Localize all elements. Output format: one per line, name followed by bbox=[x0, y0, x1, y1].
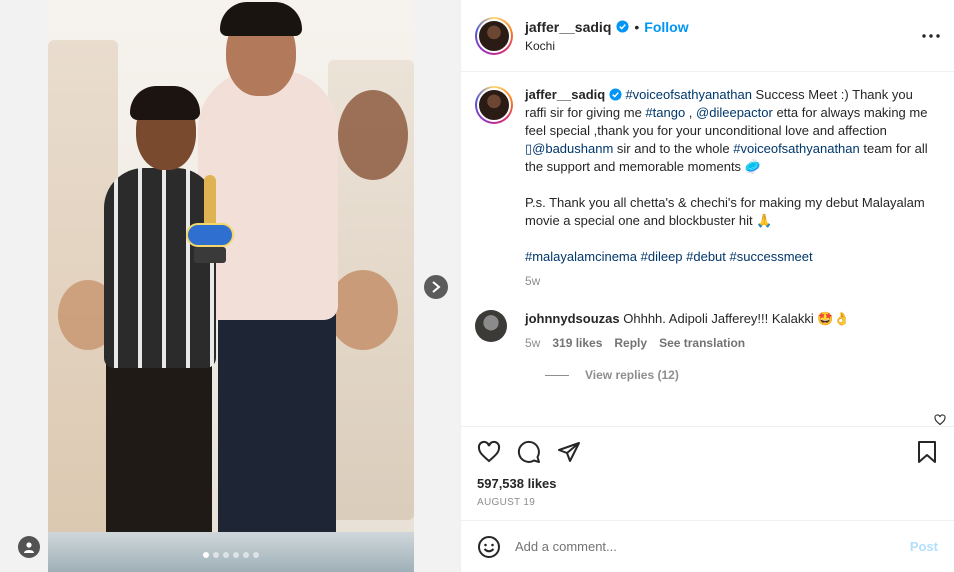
post-container: jaffer__sadiq • Follow Kochi jaffer__sad… bbox=[0, 0, 954, 572]
next-slide-button[interactable] bbox=[424, 275, 448, 299]
tagged-users-button[interactable] bbox=[18, 536, 40, 558]
comment-input[interactable] bbox=[515, 539, 910, 554]
carousel-dot bbox=[213, 552, 219, 558]
award-trophy bbox=[186, 175, 234, 265]
comment-entry: johnnydsouzas Ohhhh. Adipoli Jafferey!!!… bbox=[475, 310, 940, 350]
post-media bbox=[0, 0, 460, 572]
commenter-username[interactable]: johnnydsouzas bbox=[525, 311, 620, 326]
comment-likes[interactable]: 319 likes bbox=[552, 336, 602, 350]
caption-ps: P.s. Thank you all chetta's & chechi's f… bbox=[525, 195, 925, 228]
carousel-dot bbox=[233, 552, 239, 558]
carousel-dot bbox=[223, 552, 229, 558]
post-date: AUGUST 19 bbox=[477, 497, 536, 508]
caption-link[interactable]: #voiceofsathyanathan bbox=[625, 87, 751, 102]
comments-section[interactable]: jaffer__sadiq #voiceofsathyanathan Succe… bbox=[461, 72, 954, 426]
comment-icon[interactable] bbox=[517, 440, 541, 464]
background-face bbox=[328, 270, 398, 350]
carousel-dot bbox=[203, 552, 209, 558]
post-header: jaffer__sadiq • Follow Kochi bbox=[461, 0, 954, 72]
emoji-icon[interactable] bbox=[477, 535, 501, 559]
replies-divider bbox=[545, 374, 569, 376]
comment-text: Ohhhh. Adipoli Jafferey!!! Kalakki 🤩👌 bbox=[623, 311, 850, 326]
share-icon[interactable] bbox=[557, 440, 581, 464]
action-bar bbox=[461, 426, 954, 476]
carousel-dot bbox=[253, 552, 259, 558]
verified-badge-icon bbox=[609, 88, 622, 101]
user-tag-icon bbox=[24, 542, 34, 553]
post-location[interactable]: Kochi bbox=[525, 39, 689, 53]
caption-text: jaffer__sadiq #voiceofsathyanathan Succe… bbox=[525, 86, 931, 176]
author-avatar[interactable] bbox=[475, 16, 513, 55]
person-right-hair bbox=[220, 2, 302, 36]
carousel-indicators bbox=[203, 552, 259, 558]
more-options-icon bbox=[922, 34, 940, 38]
comment-time: 5w bbox=[525, 336, 541, 350]
background-face bbox=[338, 90, 408, 180]
see-translation-button[interactable]: See translation bbox=[659, 336, 745, 350]
caption-time: 5w bbox=[525, 274, 541, 288]
reply-button[interactable]: Reply bbox=[614, 336, 647, 350]
caption-fragment: , bbox=[685, 105, 697, 120]
view-replies-button[interactable]: View replies (12) bbox=[545, 368, 940, 382]
next-arrow-icon bbox=[432, 281, 441, 293]
heart-icon[interactable] bbox=[477, 440, 501, 464]
person-left-trousers bbox=[106, 352, 212, 552]
caption-avatar[interactable] bbox=[475, 86, 513, 124]
person-right-trousers bbox=[218, 300, 336, 552]
comment-composer: Post bbox=[461, 520, 954, 572]
likes-count[interactable]: 597,538 likes bbox=[461, 476, 954, 491]
view-replies-label: View replies (12) bbox=[585, 368, 679, 382]
verified-badge-icon bbox=[616, 20, 629, 33]
comment-like-icon[interactable] bbox=[934, 414, 946, 426]
caption-link[interactable]: #voiceofsathyanathan bbox=[733, 141, 859, 156]
caption-link[interactable]: #tango bbox=[645, 105, 685, 120]
follow-button[interactable]: Follow bbox=[644, 19, 688, 35]
caption-entry: jaffer__sadiq #voiceofsathyanathan Succe… bbox=[475, 86, 940, 288]
author-username[interactable]: jaffer__sadiq bbox=[525, 19, 611, 35]
caption-username[interactable]: jaffer__sadiq bbox=[525, 87, 605, 102]
caption-hashtags[interactable]: #malayalamcinema #dileep #debut #success… bbox=[525, 248, 931, 266]
commenter-avatar[interactable] bbox=[475, 310, 507, 342]
bookmark-icon[interactable] bbox=[916, 440, 938, 464]
carousel-dot bbox=[243, 552, 249, 558]
separator-dot: • bbox=[634, 18, 640, 35]
caption-link[interactable]: ▯@badushanm bbox=[525, 141, 613, 156]
caption-link[interactable]: @dileepactor bbox=[696, 105, 773, 120]
post-comment-button[interactable]: Post bbox=[910, 539, 938, 554]
caption-fragment: sir and to the whole bbox=[613, 141, 734, 156]
post-panel: jaffer__sadiq • Follow Kochi jaffer__sad… bbox=[460, 0, 954, 572]
more-options-button[interactable] bbox=[922, 26, 940, 41]
post-photo[interactable] bbox=[48, 0, 414, 572]
person-left-hair bbox=[130, 86, 200, 120]
